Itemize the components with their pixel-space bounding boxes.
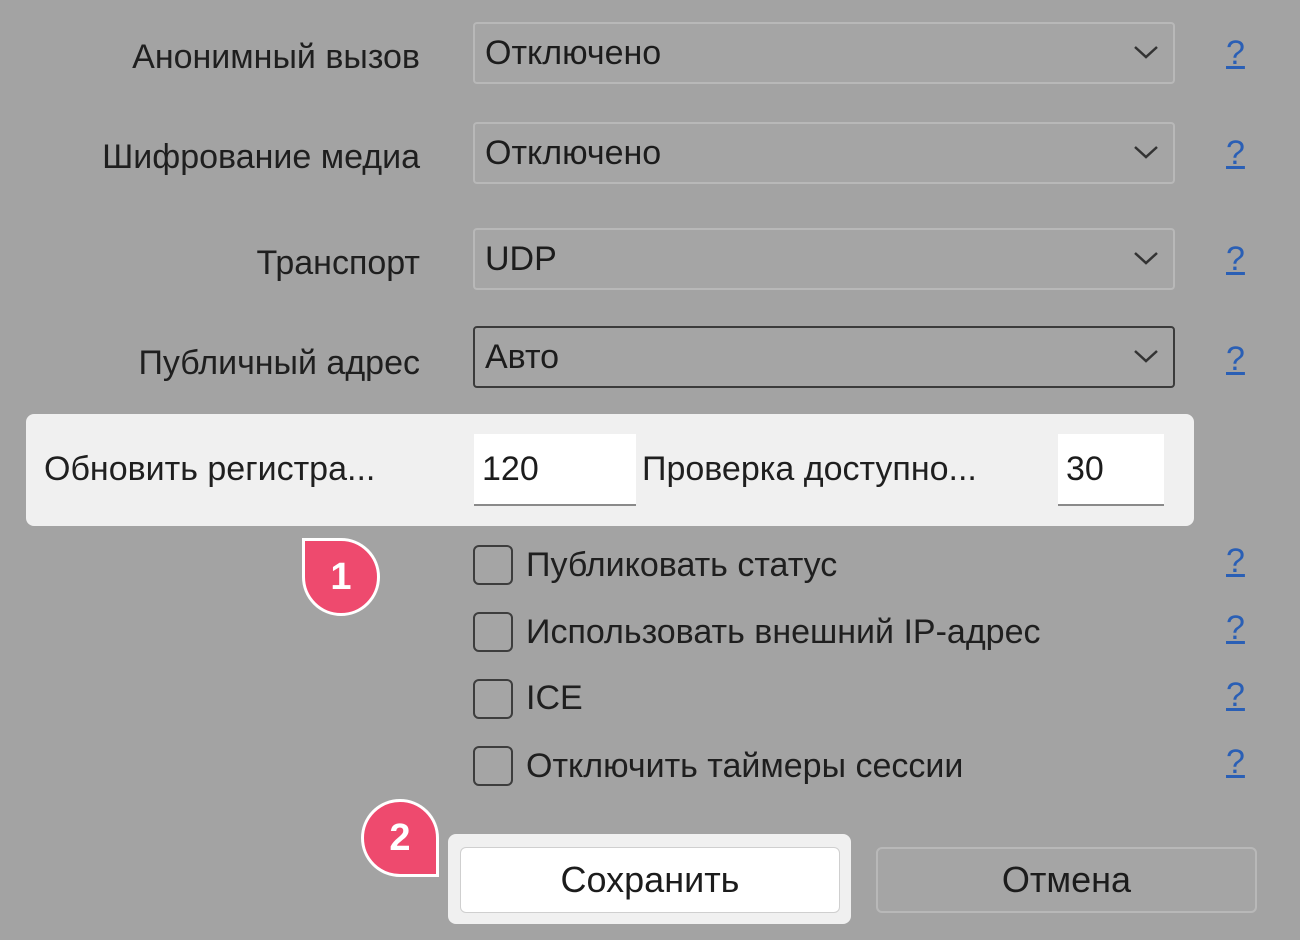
disable-session-timers-checkbox[interactable] bbox=[473, 746, 513, 786]
save-button[interactable]: Сохранить bbox=[460, 847, 840, 913]
transport-select[interactable]: UDP bbox=[473, 228, 1175, 290]
transport-label: Транспорт bbox=[256, 244, 420, 282]
ice-checkbox[interactable] bbox=[473, 679, 513, 719]
availability-check-label: Проверка доступно... bbox=[642, 450, 977, 488]
chevron-down-icon bbox=[1134, 146, 1158, 159]
callout-badge-2: 2 bbox=[361, 799, 439, 877]
public-address-help-link[interactable]: ? bbox=[1226, 340, 1245, 379]
publish-status-label: Публиковать статус bbox=[526, 546, 838, 584]
public-address-value: Авто bbox=[485, 338, 560, 376]
media-encryption-label: Шифрование медиа bbox=[102, 138, 420, 176]
media-encryption-value: Отключено bbox=[485, 134, 662, 172]
publish-status-help-link[interactable]: ? bbox=[1226, 542, 1245, 581]
use-external-ip-help-link[interactable]: ? bbox=[1226, 609, 1245, 648]
chevron-down-icon bbox=[1134, 350, 1158, 363]
ice-label: ICE bbox=[526, 679, 583, 717]
cancel-button[interactable]: Отмена bbox=[876, 847, 1257, 913]
public-address-label: Публичный адрес bbox=[138, 344, 420, 382]
public-address-select[interactable]: Авто bbox=[473, 326, 1175, 388]
use-external-ip-label: Использовать внешний IP-адрес bbox=[526, 613, 1041, 651]
ice-help-link[interactable]: ? bbox=[1226, 676, 1245, 715]
anonymous-call-help-link[interactable]: ? bbox=[1226, 34, 1245, 73]
transport-help-link[interactable]: ? bbox=[1226, 240, 1245, 279]
disable-session-timers-label: Отключить таймеры сессии bbox=[526, 747, 964, 785]
chevron-down-icon bbox=[1134, 46, 1158, 59]
availability-check-input[interactable] bbox=[1058, 434, 1164, 506]
anonymous-call-value: Отключено bbox=[485, 34, 662, 72]
anonymous-call-select[interactable]: Отключено bbox=[473, 22, 1175, 84]
media-encryption-help-link[interactable]: ? bbox=[1226, 134, 1245, 173]
media-encryption-select[interactable]: Отключено bbox=[473, 122, 1175, 184]
chevron-down-icon bbox=[1134, 252, 1158, 265]
transport-value: UDP bbox=[485, 240, 557, 278]
refresh-registration-input[interactable] bbox=[474, 434, 636, 506]
publish-status-checkbox[interactable] bbox=[473, 545, 513, 585]
refresh-registration-label: Обновить регистра... bbox=[44, 450, 376, 488]
callout-badge-1: 1 bbox=[302, 538, 380, 616]
anonymous-call-label: Анонимный вызов bbox=[132, 38, 420, 76]
disable-session-timers-help-link[interactable]: ? bbox=[1226, 743, 1245, 782]
use-external-ip-checkbox[interactable] bbox=[473, 612, 513, 652]
